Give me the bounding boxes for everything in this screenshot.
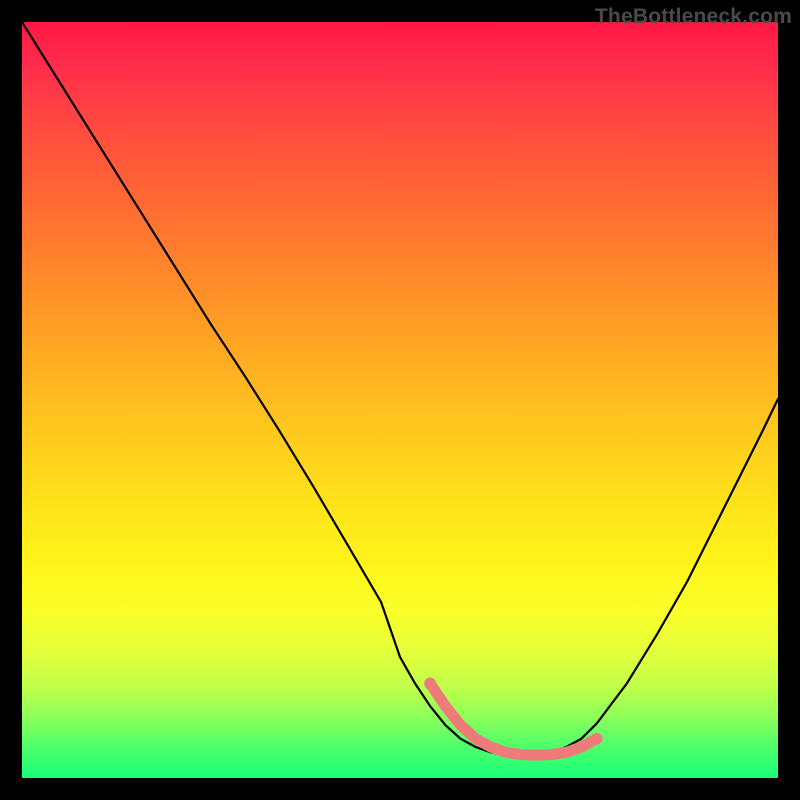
plot-gradient-background bbox=[22, 22, 778, 778]
watermark-text: TheBottleneck.com bbox=[595, 5, 792, 29]
chart-frame bbox=[22, 22, 778, 778]
